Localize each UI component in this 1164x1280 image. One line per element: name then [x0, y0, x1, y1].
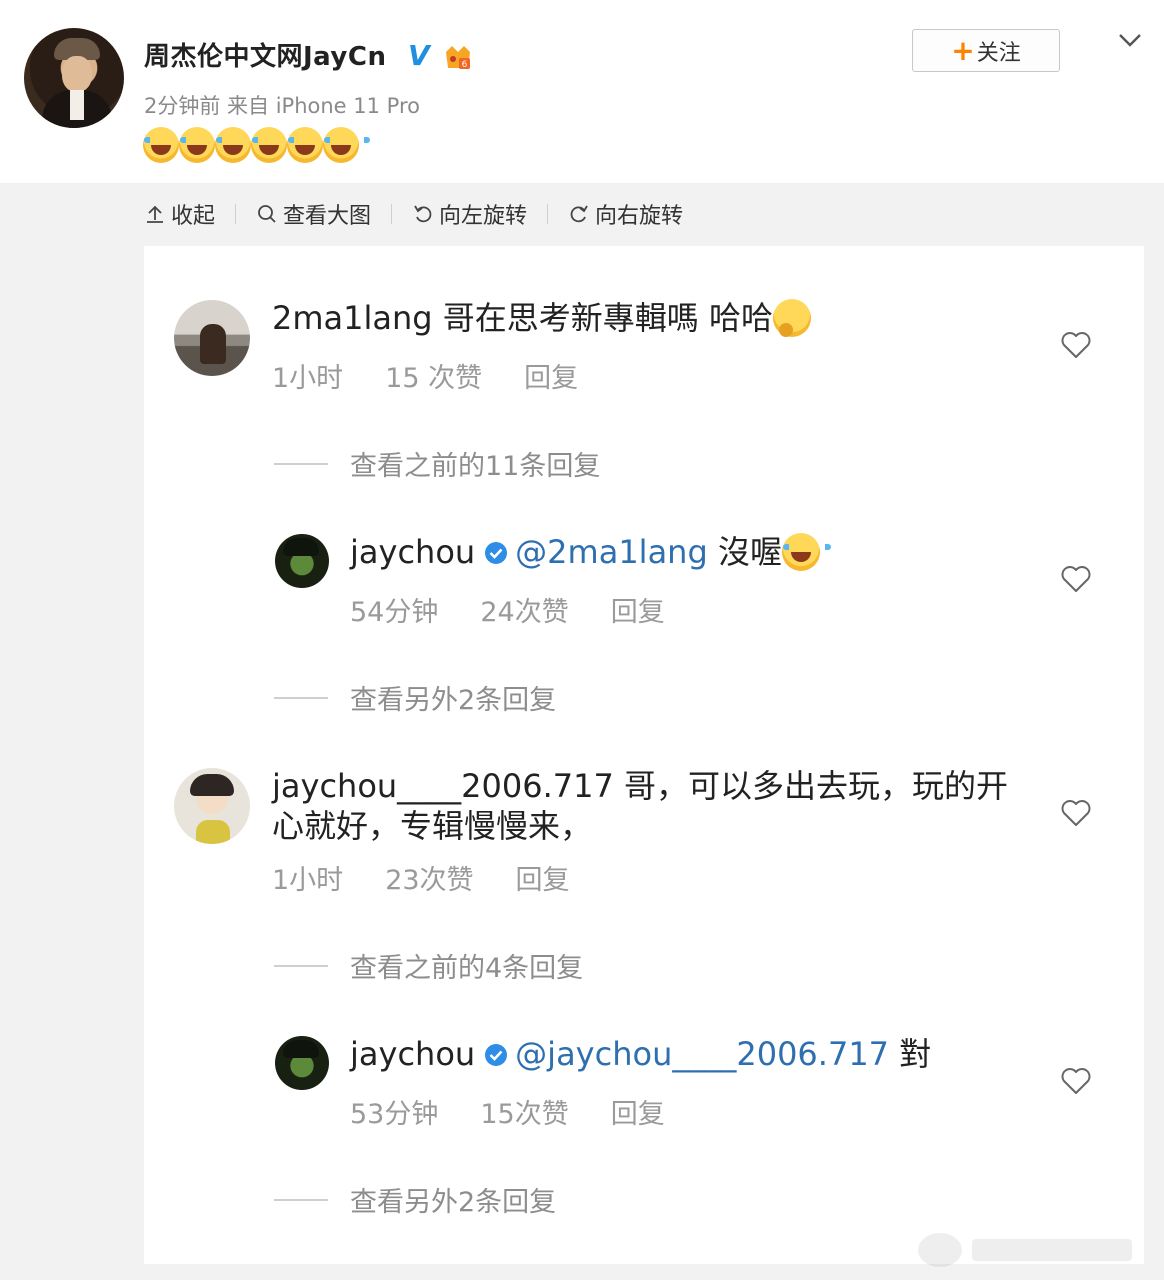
collapse-button[interactable]: 收起 [144, 198, 215, 230]
plus-icon: + [951, 33, 975, 67]
reply-button[interactable]: 回复 [611, 1092, 665, 1131]
comment-likes: 15 次赞 [385, 363, 483, 394]
comment-text: 2ma1lang 哥在思考新專輯嗎 哈哈 [272, 298, 811, 338]
weibo-watermark [918, 1230, 1148, 1270]
follow-label: 关注 [976, 40, 1021, 66]
search-icon [258, 205, 276, 223]
comment-time: 1小时 [272, 865, 344, 896]
collapse-label: 收起 [171, 204, 216, 229]
comment-mention[interactable]: @jaychou____2006.717 [515, 1035, 889, 1073]
comment-body: 對 [899, 1035, 932, 1073]
comment-username[interactable]: jaychou____2006.717 [272, 767, 614, 805]
view-more-replies[interactable]: 查看另外2条回复 [274, 1180, 556, 1219]
comment-likes: 24次赞 [480, 597, 569, 628]
verified-badge-icon [485, 542, 508, 564]
heart-icon[interactable] [1060, 1066, 1092, 1096]
laugh-cry-emoji [323, 127, 370, 163]
post-meta: 2分钟前 来自 iPhone 11 Pro [144, 94, 420, 118]
divider-dash [274, 696, 328, 699]
comment-body: 沒喔 [717, 533, 782, 571]
laugh-cry-emoji [781, 533, 831, 571]
view-more-replies[interactable]: 查看之前的11条回复 [274, 444, 600, 483]
heart-icon[interactable] [1060, 798, 1092, 828]
vip-crown-icon: 6 [446, 46, 470, 70]
post-emoji-row [143, 127, 370, 163]
svg-text:6: 6 [462, 60, 468, 70]
view-large-label: 查看大图 [283, 204, 372, 229]
view-more-replies[interactable]: 查看另外2条回复 [274, 678, 556, 717]
comment-meta: 1小时 23次赞 回复 [272, 858, 612, 897]
verified-v-icon: V [408, 39, 430, 72]
comment-username[interactable]: 2ma1lang [272, 299, 433, 337]
comment-meta: 1小时 15 次赞 回复 [272, 356, 620, 395]
laugh-cry-emoji [287, 127, 334, 163]
comment-mention[interactable]: @2ma1lang [515, 533, 708, 571]
rotate-right-icon [570, 205, 588, 223]
heart-icon[interactable] [1060, 564, 1092, 594]
toolbar-divider [547, 204, 549, 224]
toolbar-divider [235, 204, 237, 224]
comment-time: 54分钟 [350, 597, 439, 628]
comment-text: jaychou @jaychou____2006.717 對 [350, 1034, 931, 1074]
weibo-logo-icon [918, 1233, 962, 1267]
rotate-left-button[interactable]: 向左旋转 [412, 198, 527, 230]
author-avatar[interactable] [24, 28, 124, 128]
image-toolbar: 收起 查看大图 向左旋转 向右旋转 [144, 198, 683, 230]
comment-likes: 15次赞 [480, 1099, 569, 1130]
more-replies-label: 查看之前的4条回复 [350, 953, 584, 984]
rotate-left-label: 向左旋转 [439, 204, 528, 229]
commenter-avatar[interactable] [275, 534, 329, 588]
more-replies-label: 查看另外2条回复 [350, 685, 557, 716]
laugh-cry-emoji [251, 127, 298, 163]
comment-body: 哥在思考新專輯嗎 哈哈 [442, 299, 773, 337]
more-replies-label: 查看之前的11条回复 [350, 451, 601, 482]
divider-dash [274, 964, 328, 967]
comment-likes: 23次赞 [385, 865, 474, 896]
comment-text: jaychou @2ma1lang 沒喔 [350, 532, 831, 572]
heart-icon[interactable] [1060, 330, 1092, 360]
rotate-right-label: 向右旋转 [595, 204, 684, 229]
reply-button[interactable]: 回复 [524, 356, 578, 395]
post-header: 周杰伦中文网JayCn V 6 2分钟前 来自 iPhone 11 Pro + … [0, 0, 1164, 183]
divider-dash [274, 1198, 328, 1201]
chevron-down-icon[interactable] [1118, 28, 1142, 52]
comment-text: jaychou____2006.717 哥，可以多出去玩，玩的开心就好，专辑慢慢… [272, 766, 1012, 846]
thinking-face-emoji [772, 299, 811, 337]
commenter-avatar[interactable] [174, 300, 250, 376]
commenter-avatar[interactable] [174, 768, 250, 844]
reply-button[interactable]: 回复 [611, 590, 665, 629]
comment-image-panel[interactable]: 2ma1lang 哥在思考新專輯嗎 哈哈 1小时 15 次赞 回复 查看之前的1… [144, 246, 1144, 1264]
comment-username[interactable]: jaychou [350, 1035, 475, 1073]
laugh-cry-emoji [215, 127, 262, 163]
reply-button[interactable]: 回复 [516, 858, 570, 897]
commenter-avatar[interactable] [275, 1036, 329, 1090]
laugh-cry-emoji [179, 127, 226, 163]
rotate-left-icon [414, 205, 432, 223]
toolbar-divider [391, 204, 393, 224]
rotate-right-button[interactable]: 向右旋转 [568, 198, 683, 230]
collapse-up-icon [147, 205, 163, 223]
comment-time: 53分钟 [350, 1099, 439, 1130]
verified-badge-icon [485, 1044, 508, 1066]
author-name[interactable]: 周杰伦中文网JayCn [144, 36, 386, 73]
view-more-replies[interactable]: 查看之前的4条回复 [274, 946, 583, 985]
follow-button[interactable]: + 关注 [912, 29, 1060, 72]
comment-time: 1小时 [272, 363, 344, 394]
view-large-button[interactable]: 查看大图 [256, 198, 371, 230]
divider-dash [274, 462, 328, 465]
comment-username[interactable]: jaychou [350, 533, 475, 571]
laugh-cry-emoji [143, 127, 190, 163]
more-replies-label: 查看另外2条回复 [350, 1187, 557, 1218]
comment-meta: 54分钟 24次赞 回复 [350, 590, 707, 629]
comment-meta: 53分钟 15次赞 回复 [350, 1092, 707, 1131]
